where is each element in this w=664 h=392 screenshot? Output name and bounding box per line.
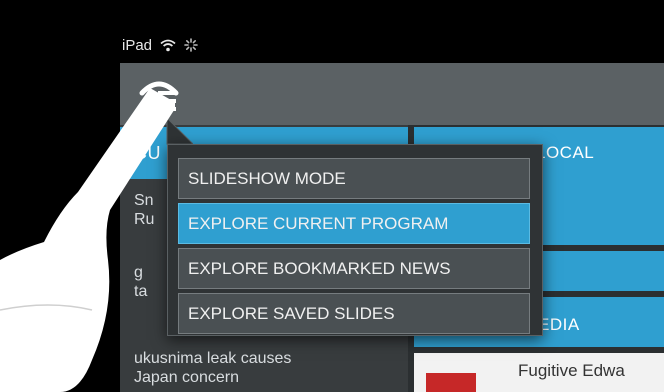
wifi-icon — [160, 39, 176, 52]
local-label: LOCAL — [536, 143, 595, 162]
broadcaster-logo-icon — [426, 373, 476, 392]
menu-item-slideshow-mode[interactable]: SLIDESHOW MODE — [178, 158, 530, 199]
menu-item-label: EXPLORE CURRENT PROGRAM — [188, 214, 449, 233]
media-item-title: Fugitive Edwa — [518, 361, 625, 380]
media-list-item[interactable]: Fugitive Edwa — [414, 353, 664, 392]
status-bar: iPad — [122, 34, 198, 56]
menu-item-explore-saved-slides[interactable]: EXPLORE SAVED SLIDES — [178, 293, 530, 334]
menu-item-label: SLIDESHOW MODE — [188, 169, 346, 188]
menu-item-explore-current-program[interactable]: EXPLORE CURRENT PROGRAM — [178, 203, 530, 244]
menu-item-label: EXPLORE SAVED SLIDES — [188, 304, 395, 323]
pointing-hand-icon — [0, 88, 175, 392]
top-bar — [120, 63, 664, 125]
device-label: iPad — [122, 36, 153, 54]
media-label: EDIA — [538, 315, 580, 334]
menu-item-label: EXPLORE BOOKMARKED NEWS — [188, 259, 451, 278]
menu-item-explore-bookmarked-news[interactable]: EXPLORE BOOKMARKED NEWS — [178, 248, 530, 289]
activity-spinner-icon — [184, 38, 198, 52]
popup-menu: SLIDESHOW MODE EXPLORE CURRENT PROGRAM E… — [167, 144, 543, 336]
